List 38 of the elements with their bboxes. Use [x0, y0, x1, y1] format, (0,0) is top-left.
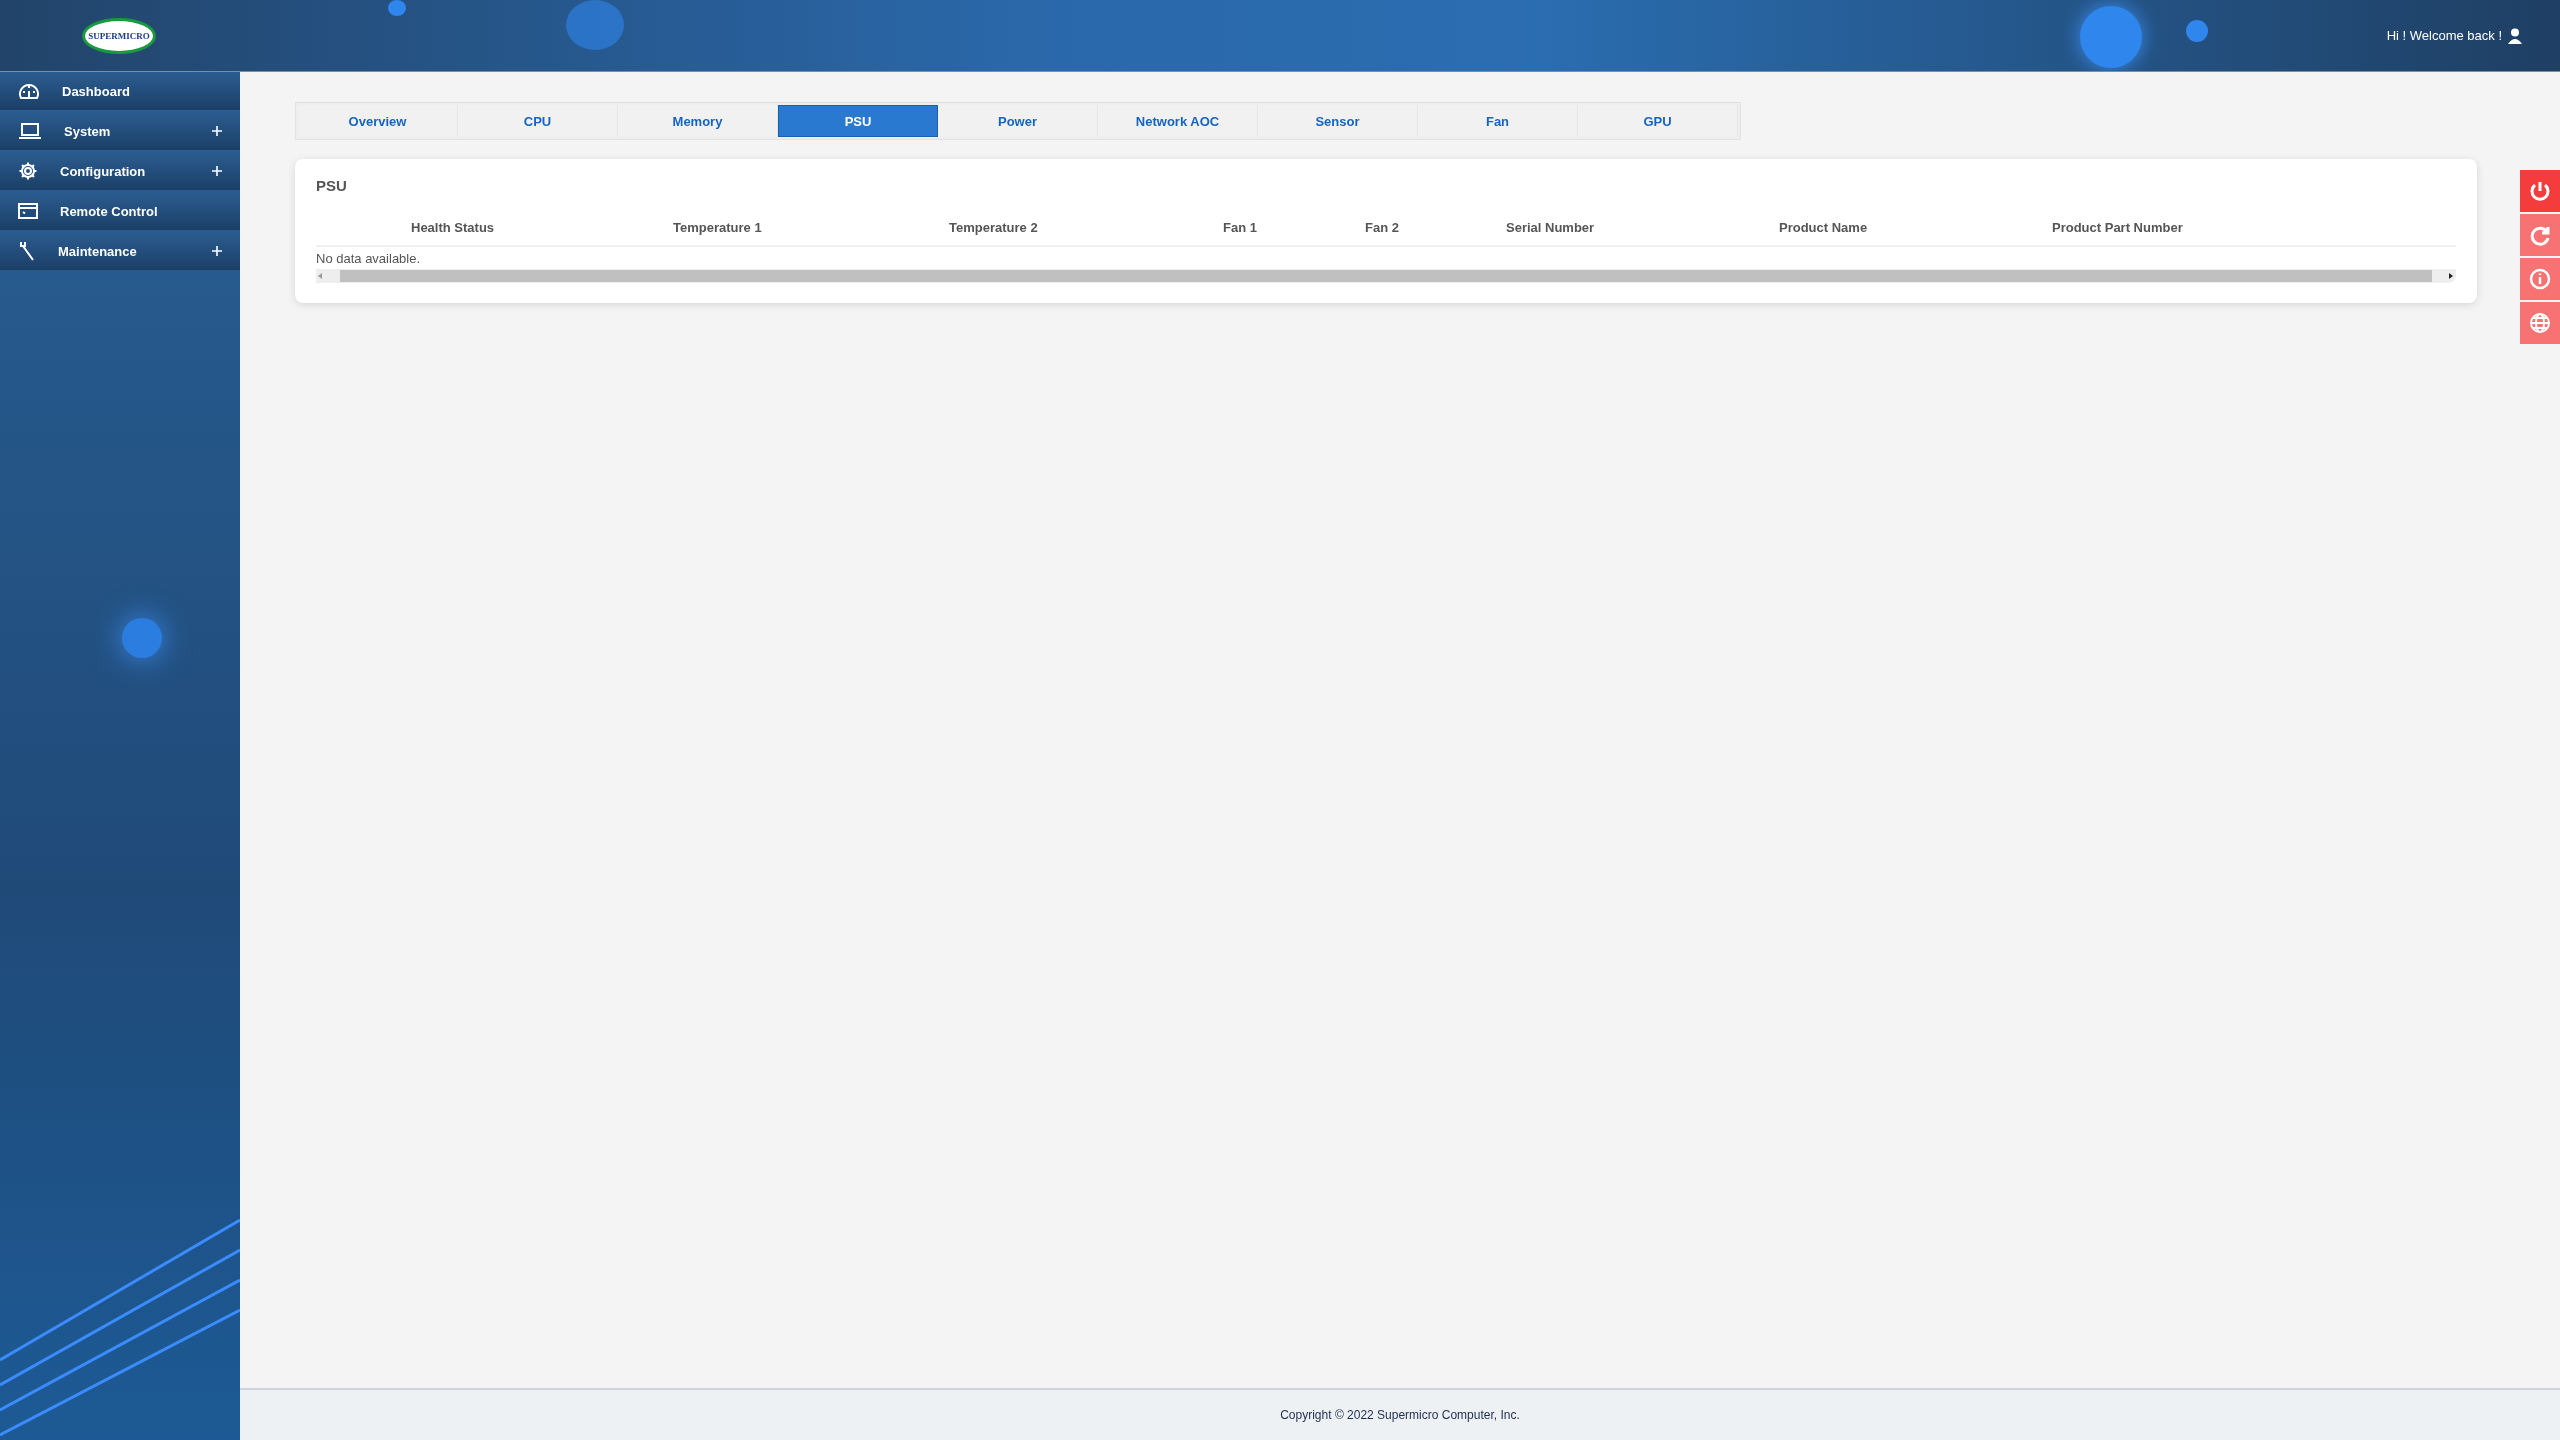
power-button[interactable]	[2520, 170, 2560, 212]
column-header[interactable]: Product Part Number	[2052, 220, 2456, 235]
laptop-icon	[18, 122, 42, 140]
info-icon	[2529, 268, 2551, 290]
column-header[interactable]: Fan 1	[1223, 220, 1365, 235]
settings-icon	[18, 161, 38, 181]
empty-message: No data available.	[316, 251, 422, 266]
sidebar-item[interactable]: Configuration	[0, 152, 240, 190]
welcome-text: Hi ! Welcome back !	[2386, 28, 2502, 43]
gauge-icon	[18, 82, 40, 100]
sidebar-item[interactable]: Remote Control	[0, 192, 240, 230]
copyright-text: Copyright © 2022 Supermicro Computer, Inc.	[1280, 1408, 1520, 1422]
wrench-icon	[18, 240, 36, 262]
console-icon	[18, 202, 38, 220]
logo[interactable]: SUPERMICRO	[82, 17, 156, 54]
language-button[interactable]	[2520, 302, 2560, 344]
globe-icon	[2529, 312, 2551, 334]
sidebar-item[interactable]: System	[0, 112, 240, 150]
glow-dot	[122, 618, 162, 658]
column-header[interactable]: Temperature 1	[673, 220, 949, 235]
user-icon[interactable]	[2508, 27, 2522, 44]
glow-dot	[2186, 20, 2208, 42]
refresh-button[interactable]	[2520, 214, 2560, 256]
horizontal-scrollbar[interactable]	[316, 269, 2456, 283]
info-button[interactable]	[2520, 258, 2560, 300]
column-header[interactable]: Serial Number	[1506, 220, 1779, 235]
panel-title: PSU	[316, 177, 348, 194]
column-header[interactable]: Health Status	[316, 220, 673, 235]
glow-dot	[2080, 6, 2142, 68]
column-header[interactable]: Temperature 2	[949, 220, 1223, 235]
glow-dot	[388, 0, 406, 16]
refresh-icon	[2529, 224, 2551, 246]
column-header[interactable]: Product Name	[1779, 220, 2052, 235]
tab[interactable]: PSU	[778, 105, 938, 137]
sidebar-item[interactable]: Dashboard	[0, 72, 240, 110]
column-header[interactable]: Fan 2	[1365, 220, 1506, 235]
glow-dot	[566, 0, 624, 50]
power-icon	[2529, 180, 2551, 202]
